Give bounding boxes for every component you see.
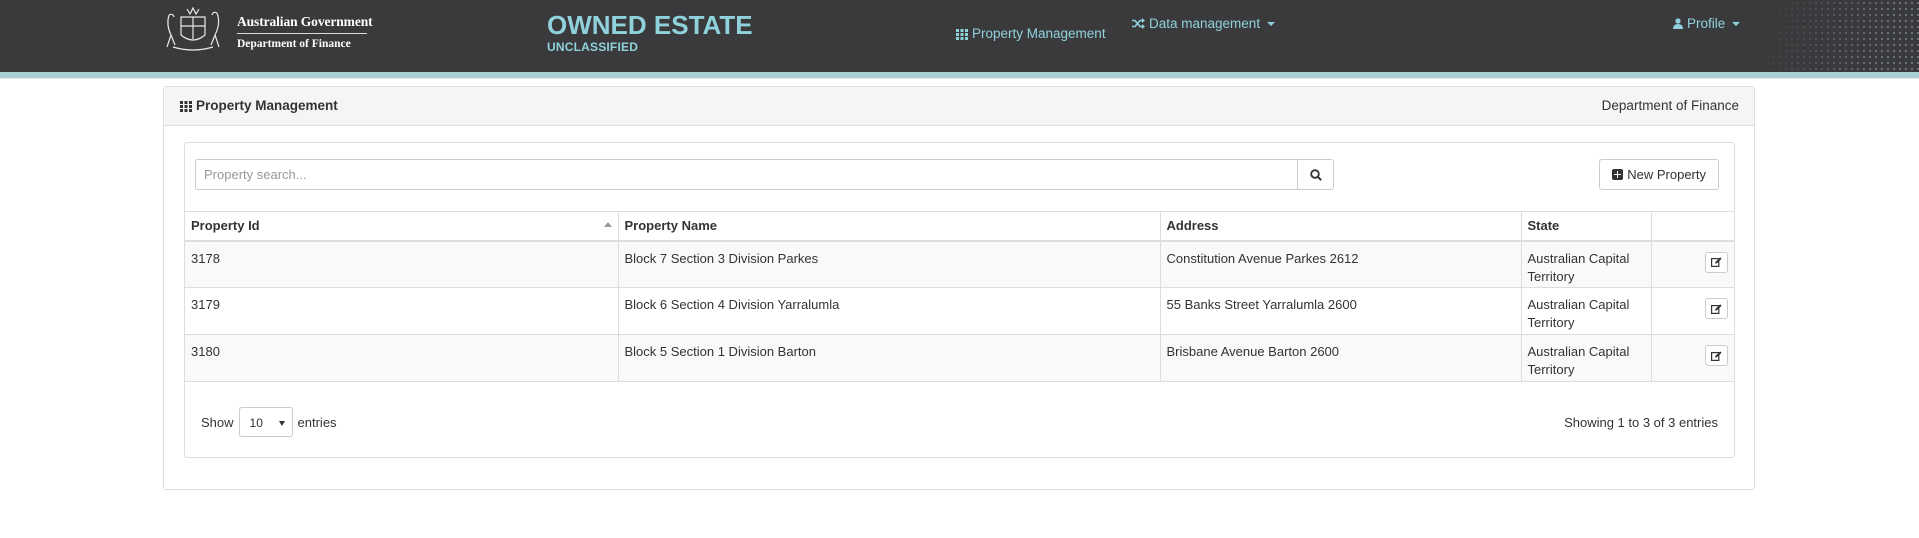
panel-title: Property Management [180,98,338,113]
app-brand[interactable]: OWNED ESTATE UNCLASSIFIED [547,10,753,54]
edit-icon [1711,303,1722,314]
column-header-label: Address [1166,218,1219,233]
nav-profile-label: Profile [1687,16,1726,31]
shuffle-icon [1132,18,1145,29]
app-title[interactable]: OWNED ESTATE [547,10,753,40]
property-management-panel: Property Management Department of Financ… [163,86,1755,490]
new-property-button[interactable]: New Property [1599,159,1719,190]
page-size-select[interactable]: 10 [238,407,293,437]
cell-state: Australian Capital Territory [1521,334,1652,382]
property-table: Property Id Property Name Address State … [185,211,1734,382]
table-info: Showing 1 to 3 of 3 entries [1564,415,1718,430]
cell-property-name: Block 7 Section 3 Division Parkes [618,240,1161,288]
entries-label: entries [297,414,337,430]
column-header-label: Property Name [624,218,717,233]
column-header-property-id[interactable]: Property Id [185,211,619,242]
nav-data-management-label: Data management [1149,16,1261,31]
classification-label: UNCLASSIFIED [547,40,639,54]
cell-address: 55 Banks Street Yarralumla 2600 [1160,287,1522,335]
table-header-row: Property Id Property Name Address State [185,211,1734,242]
column-header-label: Property Id [191,218,260,233]
department-name: Department of Finance [237,38,351,50]
government-branding: Australian Government Department of Fina… [237,14,373,50]
search-button[interactable] [1297,159,1334,190]
new-property-label: New Property [1627,167,1706,182]
cell-state: Australian Capital Territory [1521,287,1652,335]
property-table-container: New Property Property Id Property Name A… [184,142,1735,458]
cell-actions [1651,240,1734,288]
coat-of-arms-logo [166,6,220,51]
nav-data-management-dropdown[interactable]: Data management [1132,16,1276,31]
edit-property-button[interactable] [1705,298,1728,319]
table-row: 3178 Block 7 Section 3 Division Parkes C… [185,240,1734,288]
cell-actions [1651,287,1734,335]
column-header-property-name[interactable]: Property Name [618,211,1161,242]
panel-organisation: Department of Finance [1601,98,1739,113]
nav-property-management-label: Property Management [972,26,1106,41]
dropdown-arrow-icon [278,421,285,426]
grid-icon [180,100,192,112]
cell-address: Constitution Avenue Parkes 2612 [1160,240,1522,288]
cell-state: Australian Capital Territory [1521,240,1652,288]
table-row: 3179 Block 6 Section 4 Division Yarralum… [185,287,1734,335]
nav-property-management[interactable]: Property Management [956,26,1106,41]
search-icon [1309,168,1322,181]
edit-icon [1711,350,1722,361]
cell-property-id: 3179 [185,287,619,335]
cell-actions [1651,334,1734,382]
property-search-input[interactable] [195,159,1297,190]
decorative-dot-pattern [1729,0,1919,72]
top-navbar: Australian Government Department of Fina… [0,0,1919,72]
government-name: Australian Government [237,14,373,29]
header-accent-strip [0,72,1919,79]
column-header-actions [1651,211,1734,242]
cell-property-name: Block 6 Section 4 Division Yarralumla [618,287,1161,335]
page-size-value: 10 [249,416,263,430]
column-header-label: State [1527,218,1560,233]
table-row: 3180 Block 5 Section 1 Division Barton B… [185,334,1734,382]
sort-ascending-icon [603,222,612,227]
column-header-address[interactable]: Address [1160,211,1522,242]
plus-square-icon [1612,169,1624,180]
show-label: Show [201,414,234,430]
cell-address: Brisbane Avenue Barton 2600 [1160,334,1522,382]
search-group [195,159,1334,190]
edit-icon [1711,257,1722,267]
panel-title-label: Property Management [196,98,338,113]
page-size-control: Show 10 entries [201,407,337,437]
cell-property-id: 3178 [185,240,619,288]
chevron-down-icon [1267,21,1276,26]
cell-property-name: Block 5 Section 1 Division Barton [618,334,1161,382]
user-icon [1673,18,1683,29]
panel-heading: Property Management Department of Financ… [164,87,1754,126]
grid-icon [956,28,968,40]
edit-property-button[interactable] [1705,345,1728,366]
edit-property-button[interactable] [1705,251,1728,273]
cell-property-id: 3180 [185,334,619,382]
branding-divider [237,33,367,34]
column-header-state[interactable]: State [1521,211,1652,242]
